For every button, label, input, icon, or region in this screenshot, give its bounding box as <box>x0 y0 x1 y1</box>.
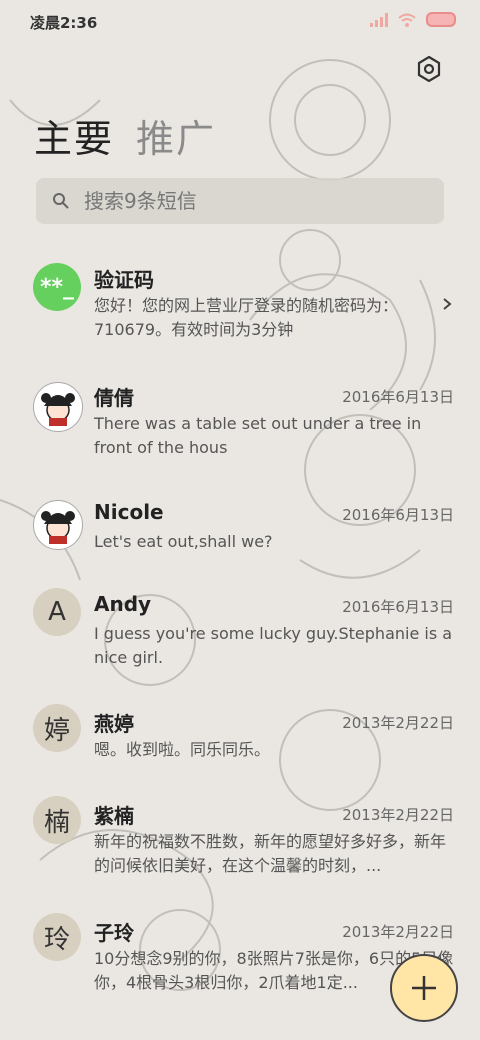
plus-icon <box>412 976 436 1000</box>
conversation-item[interactable]: Nicole 2016年6月13日 Let's eat out,shall we… <box>0 486 480 576</box>
avatar: 楠 <box>33 796 81 844</box>
tab-primary[interactable]: 主要 <box>34 108 114 163</box>
avatar: 婷 <box>33 704 81 752</box>
search-icon <box>53 193 69 209</box>
search-bar[interactable] <box>36 178 444 224</box>
avatar: 玲 <box>33 913 81 961</box>
message-preview: 新年的祝福数不胜数，新年的愿望好多好多，新年的问候依旧美好，在这个温馨的时刻，.… <box>94 832 447 875</box>
message-preview: Let's eat out,shall we? <box>94 532 273 551</box>
battery-icon <box>426 12 456 27</box>
avatar <box>33 382 83 432</box>
settings-gear-icon[interactable] <box>416 56 442 82</box>
status-time: 凌晨2:36 <box>30 14 98 32</box>
contact-name: 紫楠 <box>94 804 134 828</box>
message-date: 2016年6月13日 <box>342 598 454 616</box>
conversation-item[interactable]: 楠 紫楠 2013年2月22日 新年的祝福数不胜数，新年的愿望好多好多，新年的问… <box>0 788 480 898</box>
search-input[interactable] <box>82 188 406 214</box>
wifi-icon <box>398 13 416 27</box>
contact-name: Andy <box>94 592 152 616</box>
contact-name: Nicole <box>94 500 164 524</box>
message-date: 2013年2月22日 <box>342 714 454 732</box>
contact-name: 子玲 <box>94 921 134 945</box>
message-date: 2013年2月22日 <box>342 806 454 824</box>
message-preview: I guess you're some lucky guy.Stephanie … <box>94 624 453 667</box>
conversation-item[interactable]: **_ 验证码 您好！您的网上营业厅登录的随机密码为：710679。有效时间为3… <box>0 250 480 360</box>
avatar <box>33 500 83 550</box>
message-preview: 嗯。收到啦。同乐同乐。 <box>94 740 271 759</box>
tab-bar: 主要 推广 <box>34 108 216 163</box>
contact-name: 燕婷 <box>94 712 134 736</box>
avatar: **_ <box>33 263 81 311</box>
tab-promotions[interactable]: 推广 <box>136 108 216 163</box>
message-date: 2016年6月13日 <box>342 506 454 524</box>
message-preview: 您好！您的网上营业厅登录的随机密码为：710679。有效时间为3分钟 <box>94 296 399 339</box>
status-bar: 凌晨2:36 <box>0 0 480 40</box>
contact-name: 验证码 <box>94 268 154 292</box>
signal-icon <box>370 12 388 27</box>
message-preview: There was a table set out under a tree i… <box>94 414 422 457</box>
message-date: 2013年2月22日 <box>342 923 454 941</box>
contact-name: 倩倩 <box>94 386 134 410</box>
chevron-right-icon <box>443 298 452 310</box>
avatar: A <box>33 588 81 636</box>
status-icons <box>370 12 456 27</box>
conversation-item[interactable]: 婷 燕婷 2013年2月22日 嗯。收到啦。同乐同乐。 <box>0 696 480 786</box>
message-date: 2016年6月13日 <box>342 388 454 406</box>
conversation-item[interactable]: 倩倩 2016年6月13日 There was a table set out … <box>0 368 480 478</box>
new-message-button[interactable] <box>390 954 458 1022</box>
avatar-photo-icon <box>41 393 75 426</box>
avatar-photo-icon <box>41 511 75 544</box>
conversation-item[interactable]: A Andy 2016年6月13日 I guess you're some lu… <box>0 578 480 688</box>
